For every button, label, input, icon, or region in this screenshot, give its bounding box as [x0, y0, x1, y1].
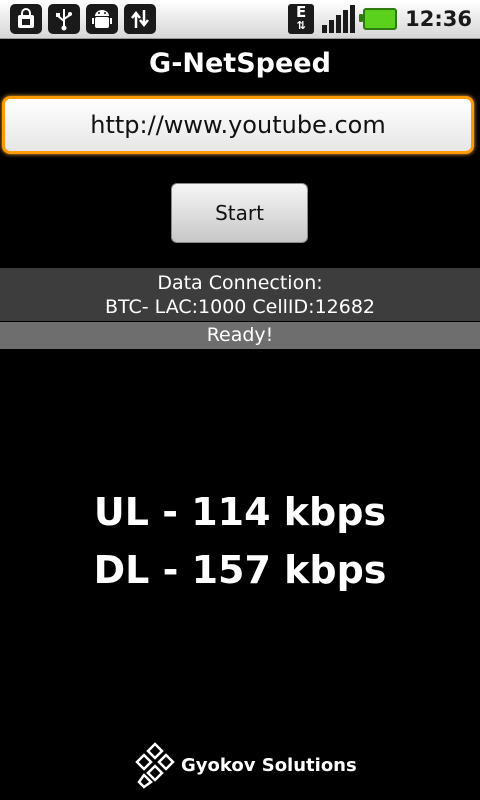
- connection-info-panel: Data Connection: BTC- LAC:1000 CellID:12…: [0, 268, 480, 321]
- usb-icon: [48, 4, 80, 34]
- connection-details: BTC- LAC:1000 CellID:12682: [104, 296, 376, 318]
- shopping-bag-icon: [10, 4, 42, 34]
- notification-icons: [10, 4, 156, 34]
- system-indicators: E ⇅ 12:36: [288, 2, 472, 36]
- status-message: Ready!: [0, 322, 480, 349]
- download-speed: DL - 157 kbps: [93, 548, 387, 592]
- upload-speed: UL - 114 kbps: [93, 490, 387, 534]
- battery-icon: [359, 8, 398, 30]
- start-button[interactable]: Start: [171, 183, 308, 243]
- connection-label: Data Connection:: [157, 272, 323, 294]
- status-bar: E ⇅ 12:36: [0, 0, 480, 39]
- android-debug-icon: [86, 4, 118, 34]
- data-transfer-icon: [124, 4, 156, 34]
- clock: 12:36: [405, 7, 472, 31]
- edge-network-icon: E ⇅: [288, 3, 315, 34]
- brand-name: Gyokov Solutions: [181, 754, 357, 776]
- app-title: G-NetSpeed: [149, 48, 331, 79]
- transfer-arrows-icon: ⇅: [296, 19, 306, 32]
- gyokov-logo-icon: [135, 742, 175, 789]
- footer-brand: Gyokov Solutions: [135, 740, 357, 790]
- url-input[interactable]: http://www.youtube.com: [2, 96, 474, 154]
- network-type-label: E: [296, 3, 307, 21]
- signal-strength-icon: [322, 5, 356, 33]
